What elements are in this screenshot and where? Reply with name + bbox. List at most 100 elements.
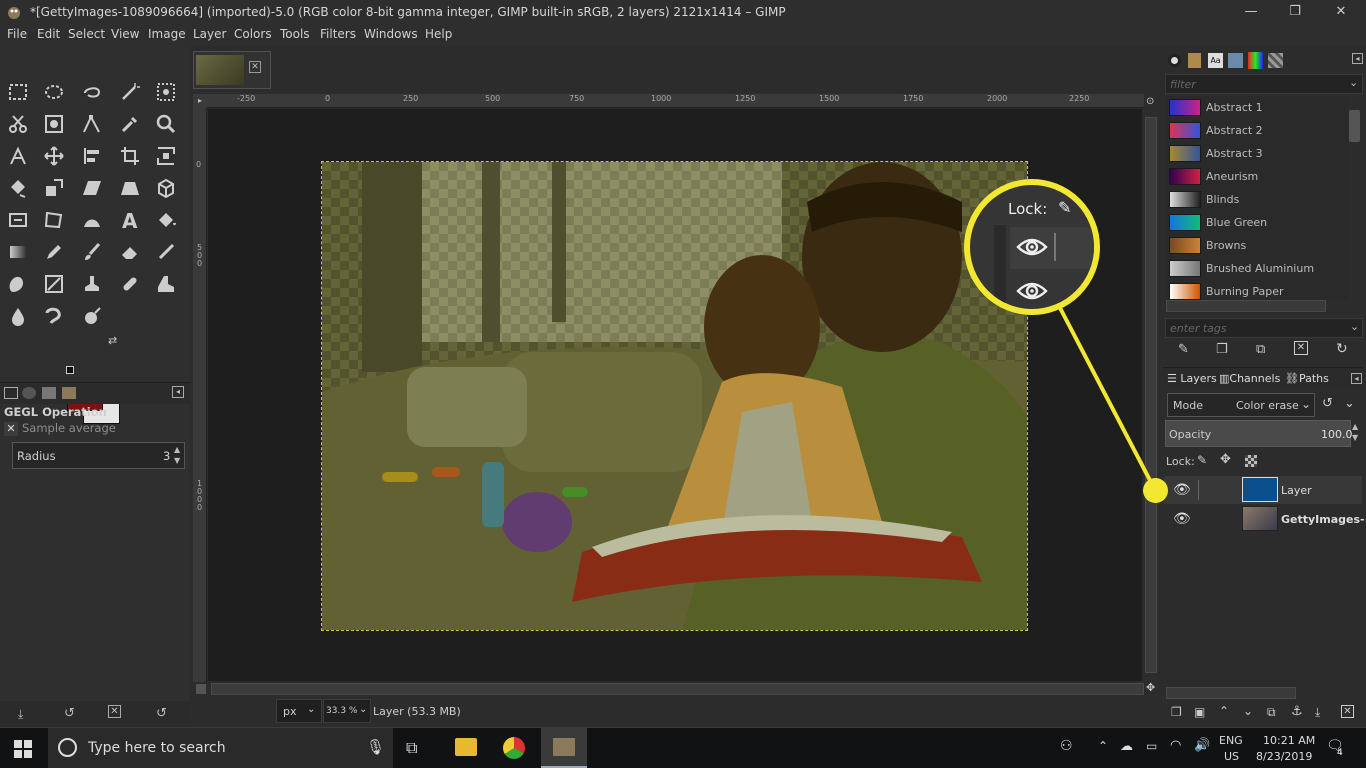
clock-time[interactable]: 10:21 AM: [1263, 734, 1315, 747]
gradient-list-item[interactable]: Brushed Aluminium: [1166, 257, 1348, 280]
windows-start-icon[interactable]: [14, 740, 32, 758]
unit-selector[interactable]: px ⌄: [276, 699, 322, 723]
images-tab-icon[interactable]: [62, 387, 76, 399]
quick-mask-icon[interactable]: [196, 684, 206, 694]
zoom-selector[interactable]: 33.3 % ⌄: [323, 699, 371, 723]
tab-channels[interactable]: ▥Channels: [1219, 372, 1280, 385]
language-us[interactable]: US: [1224, 750, 1239, 763]
text-icon[interactable]: A: [116, 206, 144, 234]
new-layer-group-icon[interactable]: ▣: [1194, 705, 1205, 719]
menu-layer[interactable]: Layer: [193, 27, 226, 41]
blur-icon[interactable]: [4, 302, 32, 330]
gradient-icon[interactable]: [4, 238, 32, 266]
maximize-button[interactable]: ❐: [1272, 0, 1318, 24]
eraser-icon[interactable]: [116, 238, 144, 266]
brushes-tab-icon[interactable]: [1168, 54, 1181, 67]
horizontal-scrollbar[interactable]: [211, 683, 1144, 695]
layer-name[interactable]: Layer: [1281, 484, 1312, 497]
heal-icon[interactable]: [116, 270, 144, 298]
zoom-image-icon[interactable]: ⊙: [1146, 96, 1154, 107]
cage-transform-icon[interactable]: [40, 206, 68, 234]
chevron-down-icon[interactable]: ⌄: [1344, 396, 1355, 411]
flip-icon[interactable]: [78, 206, 106, 234]
people-icon[interactable]: ⚇: [1060, 738, 1073, 754]
ink-icon[interactable]: [4, 270, 32, 298]
device-status-tab-icon[interactable]: [22, 387, 36, 399]
onedrive-icon[interactable]: ☁: [1120, 739, 1133, 754]
crop-icon[interactable]: [116, 142, 144, 170]
lasso-icon[interactable]: [78, 78, 106, 106]
paths-icon[interactable]: [78, 110, 106, 138]
fonts-tab-icon[interactable]: Aa: [1208, 53, 1223, 68]
dodge-burn-icon[interactable]: [78, 302, 106, 330]
configure-tab-icon[interactable]: ◂: [1352, 53, 1363, 64]
spin-arrows-icon[interactable]: ▲ ▼: [174, 444, 180, 466]
menu-file[interactable]: File: [7, 27, 27, 41]
color-picker-icon[interactable]: [116, 110, 144, 138]
menu-colors[interactable]: Colors: [234, 27, 272, 41]
3d-transform-icon[interactable]: [152, 174, 180, 202]
lower-layer-icon[interactable]: ⌄: [1243, 704, 1253, 718]
gradient-list-item[interactable]: Blue Green: [1166, 211, 1348, 234]
lock-pixels-icon[interactable]: ✎: [1197, 453, 1207, 467]
ellipse-select-icon[interactable]: [40, 78, 68, 106]
gradient-list-item[interactable]: Blinds: [1166, 188, 1348, 211]
image-tab[interactable]: ✕: [193, 51, 271, 89]
gradient-list-hscrollbar[interactable]: [1166, 300, 1326, 312]
anchor-layer-icon[interactable]: ⚓: [1291, 704, 1303, 719]
palettes-tab-icon[interactable]: [1228, 53, 1243, 68]
menu-windows[interactable]: Windows: [364, 27, 418, 41]
gradient-list-scrollbar[interactable]: [1349, 110, 1360, 142]
warp-transform-icon[interactable]: [4, 206, 32, 234]
edit-gradient-icon[interactable]: ✎: [1178, 342, 1189, 357]
menu-view[interactable]: View: [111, 27, 139, 41]
close-icon[interactable]: ✕: [4, 422, 18, 436]
mypaint-brush-icon[interactable]: [40, 270, 68, 298]
tab-layers[interactable]: ☰ Layers: [1167, 372, 1217, 385]
menu-filters[interactable]: Filters: [320, 27, 356, 41]
gradient-list-item[interactable]: Abstract 3: [1166, 142, 1348, 165]
battery-icon[interactable]: ▭: [1146, 739, 1157, 753]
file-explorer-icon[interactable]: [455, 738, 477, 756]
wifi-icon[interactable]: ◠: [1170, 738, 1181, 753]
visibility-eye-icon[interactable]: 👁: [1173, 482, 1191, 498]
chrome-icon[interactable]: [503, 737, 525, 759]
duplicate-layer-icon[interactable]: ⧉: [1267, 705, 1276, 720]
rect-select-icon[interactable]: [4, 78, 32, 106]
taskbar-search-box[interactable]: Type here to search 🎙: [48, 728, 393, 768]
layers-hscrollbar[interactable]: [1166, 687, 1296, 699]
save-tool-preset-icon[interactable]: ⤓: [18, 707, 23, 722]
by-color-select-icon[interactable]: [152, 78, 180, 106]
perspective-clone-icon[interactable]: [152, 270, 180, 298]
scale-icon[interactable]: [40, 174, 68, 202]
task-view-icon[interactable]: ⧉: [406, 738, 417, 758]
canvas-image[interactable]: [321, 161, 1028, 631]
volume-icon[interactable]: 🔊: [1194, 738, 1210, 753]
shear-icon[interactable]: [78, 174, 106, 202]
rotate-icon[interactable]: [4, 174, 32, 202]
delete-gradient-icon[interactable]: ✕: [1294, 341, 1308, 355]
smudge-icon[interactable]: [40, 302, 68, 330]
gradient-list[interactable]: Abstract 1 Abstract 2 Abstract 3 Aneurism Bl…: [1166, 96, 1348, 300]
show-hidden-icons-icon[interactable]: ⌃: [1098, 739, 1108, 753]
reset-mode-icon[interactable]: ↺: [1322, 396, 1333, 411]
tool-options-tab-icon[interactable]: [4, 387, 18, 399]
merge-down-icon[interactable]: ⤓: [1315, 705, 1320, 720]
opacity-slider[interactable]: Opacity 100.0: [1165, 420, 1353, 447]
menu-edit[interactable]: Edit: [37, 27, 60, 41]
navigate-image-icon[interactable]: ✥: [1146, 681, 1155, 694]
tab-paths[interactable]: ⛓Paths: [1285, 372, 1329, 385]
gradient-filter-input[interactable]: filter ⌄: [1165, 74, 1363, 94]
gradient-list-item[interactable]: Abstract 1: [1166, 96, 1348, 119]
duplicate-gradient-icon[interactable]: ⧉: [1256, 342, 1265, 357]
menu-select[interactable]: Select: [68, 27, 105, 41]
visibility-eye-icon[interactable]: 👁: [1173, 511, 1191, 527]
language-eng[interactable]: ENG: [1219, 734, 1243, 747]
paintbrush-icon[interactable]: [78, 238, 106, 266]
clone-icon[interactable]: [78, 270, 106, 298]
gradient-list-item[interactable]: Abstract 2: [1166, 119, 1348, 142]
menu-tools[interactable]: Tools: [280, 27, 310, 41]
close-button[interactable]: ✕: [1318, 0, 1364, 24]
unified-transform-icon[interactable]: [152, 142, 180, 170]
foreground-select-icon[interactable]: [40, 110, 68, 138]
